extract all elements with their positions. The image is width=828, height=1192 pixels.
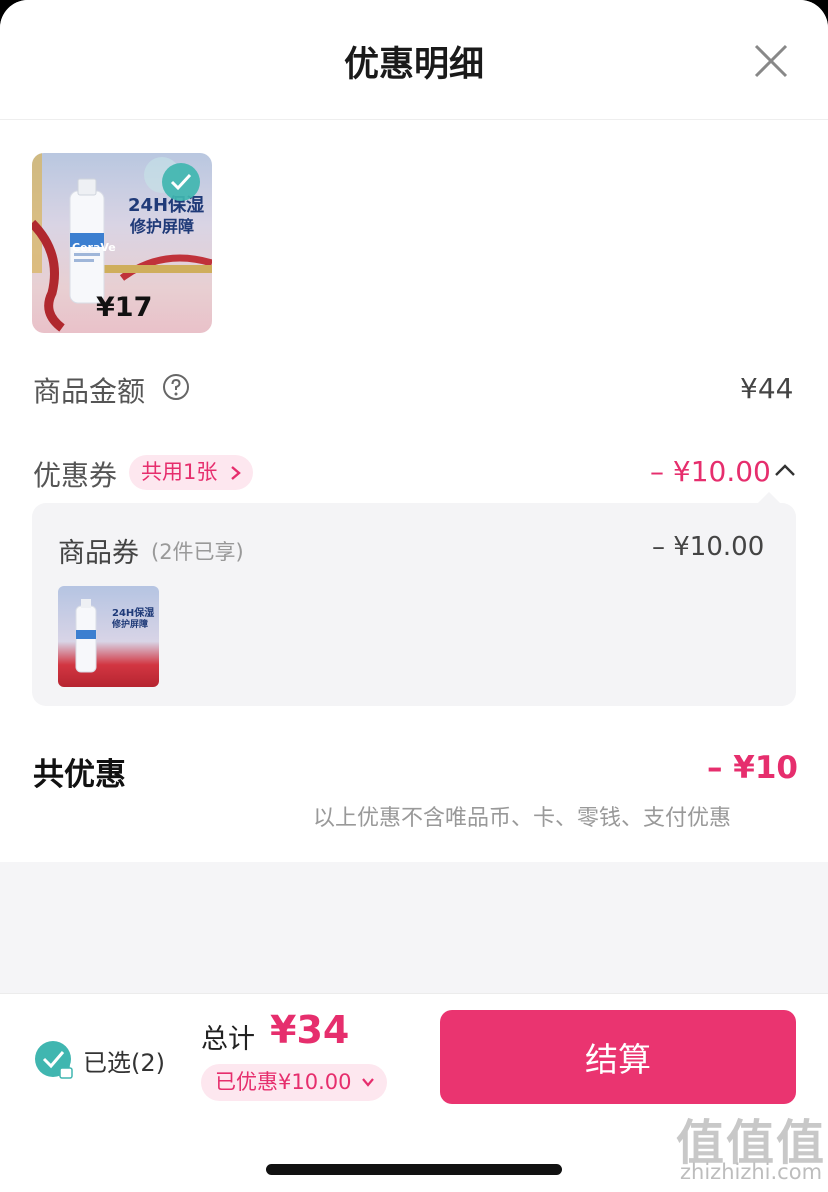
check-icon <box>170 173 192 191</box>
sheet-header: 优惠明细 <box>0 0 828 120</box>
checkout-button[interactable]: 结算 <box>440 1010 796 1104</box>
close-icon[interactable] <box>748 38 794 84</box>
total-value: ¥34 <box>270 1008 350 1052</box>
total-discount-note: 以上优惠不含唯品币、卡、零钱、支付优惠 <box>313 806 732 831</box>
product-price: ¥17 <box>96 292 153 323</box>
coupon-badge-label: 共用1张 <box>141 460 218 484</box>
product-selected-check[interactable] <box>162 163 200 201</box>
chevron-down-icon <box>362 1078 375 1087</box>
total-label: 总计 <box>201 1024 255 1055</box>
coupon-detail-value: – ¥10.00 <box>652 532 765 562</box>
total-discount-value: – ¥10 <box>707 750 799 786</box>
coupon-product-thumbnail: 24H保湿 修护屏障 <box>58 586 159 687</box>
chevron-up-icon[interactable] <box>773 462 797 478</box>
amount-label: 商品金额 <box>33 375 146 408</box>
sheet-title: 优惠明细 <box>343 45 484 85</box>
chevron-right-icon <box>231 466 242 480</box>
help-icon[interactable] <box>162 373 190 401</box>
total-discount-label: 共优惠 <box>33 757 126 793</box>
coupon-label: 优惠券 <box>33 459 118 492</box>
content-area <box>0 0 828 862</box>
checkout-label: 结算 <box>585 1040 651 1079</box>
coupon-detail-note: (2件已享) <box>151 540 244 564</box>
savings-label: 已优惠¥10.00 <box>215 1070 352 1094</box>
savings-pill[interactable]: 已优惠¥10.00 <box>201 1064 388 1101</box>
coupon-value: – ¥10.00 <box>650 455 771 488</box>
discount-detail-sheet: 优惠明细 CeraVe 24H保湿 修护屏障 ¥17 商品金额 ¥44 优惠券 … <box>0 0 828 1192</box>
amount-value: ¥44 <box>740 372 794 405</box>
coupon-badge[interactable]: 共用1张 <box>129 455 254 490</box>
select-all-check-icon[interactable] <box>34 1040 74 1080</box>
coupon-product-image <box>75 599 97 673</box>
coupon-art-line-2: 修护屏障 <box>112 620 149 630</box>
coupon-detail-label: 商品券 <box>58 538 139 569</box>
art-line-2: 修护屏障 <box>130 217 195 236</box>
brand-text: CeraVe <box>72 241 116 254</box>
home-indicator <box>266 1164 562 1175</box>
watermark-site: zhizhizhi.com <box>680 1160 823 1184</box>
selected-count: 已选(2) <box>83 1049 165 1077</box>
